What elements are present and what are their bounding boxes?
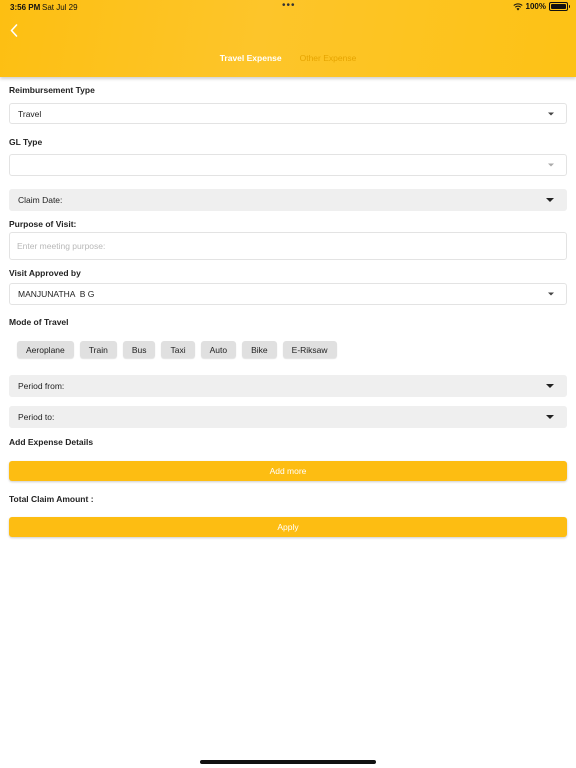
expense-tabs: Travel Expense Other Expense bbox=[0, 53, 576, 63]
approved-by-select[interactable]: MANJUNATHA B G bbox=[9, 283, 567, 305]
purpose-label: Purpose of Visit: bbox=[9, 219, 77, 229]
add-more-button[interactable]: Add more bbox=[9, 461, 567, 481]
dropdown-caret-icon bbox=[548, 292, 554, 296]
battery-icon bbox=[549, 2, 570, 11]
chevron-left-icon[interactable] bbox=[6, 20, 22, 40]
approved-by-value: MANJUNATHA B G bbox=[18, 289, 95, 299]
status-date: Sat Jul 29 bbox=[42, 3, 78, 12]
purpose-placeholder: Enter meeting purpose: bbox=[17, 241, 106, 251]
reimbursement-type-select[interactable]: Travel bbox=[9, 103, 567, 124]
mode-of-travel-label: Mode of Travel bbox=[9, 317, 69, 327]
travel-mode-chips: Aeroplane Train Bus Taxi Auto Bike E-Rik… bbox=[17, 341, 337, 358]
reimbursement-type-label: Reimbursement Type bbox=[9, 85, 95, 95]
approved-by-label: Visit Approved by bbox=[9, 268, 81, 278]
period-to-picker[interactable]: Period to: bbox=[9, 406, 567, 428]
chip-aeroplane[interactable]: Aeroplane bbox=[17, 341, 74, 358]
expense-details-label: Add Expense Details bbox=[9, 437, 94, 447]
dropdown-caret-icon bbox=[546, 198, 554, 202]
status-time: 3:56 PM bbox=[10, 3, 41, 12]
wifi-icon bbox=[512, 2, 523, 10]
chip-auto[interactable]: Auto bbox=[200, 341, 237, 358]
multitasking-dots-icon[interactable]: ••• bbox=[282, 0, 296, 11]
dropdown-caret-icon bbox=[546, 384, 554, 388]
chip-e-riksaw[interactable]: E-Riksaw bbox=[282, 341, 337, 358]
reimbursement-type-value: Travel bbox=[18, 108, 42, 119]
status-bar: 3:56 PM Sat Jul 29 ••• 100% bbox=[0, 0, 576, 14]
tab-other-expense[interactable]: Other Expense bbox=[300, 53, 357, 63]
claim-date-picker[interactable]: Claim Date: bbox=[9, 189, 567, 211]
apply-button[interactable]: Apply bbox=[9, 517, 567, 537]
dropdown-caret-icon bbox=[548, 163, 554, 167]
dropdown-caret-icon bbox=[546, 415, 554, 419]
status-right: 100% bbox=[512, 2, 570, 11]
period-to-placeholder: Period to: bbox=[18, 412, 55, 422]
chip-bike[interactable]: Bike bbox=[242, 341, 277, 358]
chip-taxi[interactable]: Taxi bbox=[161, 341, 195, 358]
claim-date-placeholder: Claim Date: bbox=[18, 195, 63, 205]
period-from-picker[interactable]: Period from: bbox=[9, 375, 567, 397]
total-claim-label: Total Claim Amount : bbox=[9, 494, 94, 504]
dropdown-caret-icon bbox=[548, 112, 554, 115]
chip-bus[interactable]: Bus bbox=[122, 341, 156, 358]
gl-type-label: GL Type bbox=[9, 137, 43, 147]
app-header: 3:56 PM Sat Jul 29 ••• 100% Travel Expen… bbox=[0, 0, 576, 77]
tab-travel-expense[interactable]: Travel Expense bbox=[220, 53, 282, 63]
period-from-placeholder: Period from: bbox=[18, 381, 65, 391]
chip-train[interactable]: Train bbox=[79, 341, 117, 358]
gl-type-select[interactable] bbox=[9, 154, 567, 176]
home-indicator[interactable] bbox=[200, 760, 376, 764]
purpose-input[interactable]: Enter meeting purpose: bbox=[9, 232, 567, 260]
battery-percent: 100% bbox=[525, 2, 546, 11]
